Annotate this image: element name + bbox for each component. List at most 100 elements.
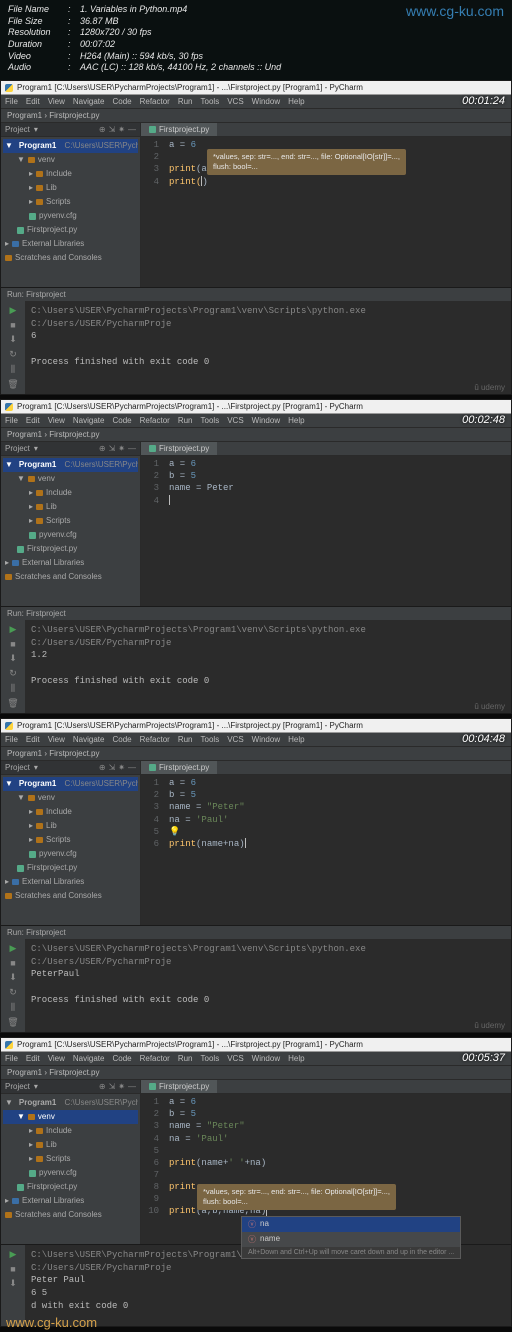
tree-firstproject[interactable]: Firstproject.py xyxy=(3,861,138,875)
gear-icon[interactable]: ⊕ xyxy=(99,444,106,453)
code-content[interactable]: a = 6 b = 5 name = "Peter" na = 'Paul' 💡… xyxy=(141,775,511,850)
menu-bar[interactable]: FileEditViewNavigateCodeRefactorRunTools… xyxy=(1,1052,511,1066)
tree-lib[interactable]: ▸Lib xyxy=(3,819,138,833)
menu-vcs[interactable]: VCS xyxy=(227,416,243,425)
menu-edit[interactable]: Edit xyxy=(26,416,40,425)
stop-icon[interactable]: ■ xyxy=(10,320,15,330)
autocomplete-item[interactable]: ⓥname xyxy=(242,1232,460,1247)
menu-file[interactable]: File xyxy=(5,416,18,425)
hide-icon[interactable]: — xyxy=(128,763,136,772)
menu-code[interactable]: Code xyxy=(112,1054,131,1063)
menu-refactor[interactable]: Refactor xyxy=(140,1054,170,1063)
menu-refactor[interactable]: Refactor xyxy=(140,416,170,425)
gear-icon[interactable]: ⊕ xyxy=(99,125,106,134)
tree-scripts[interactable]: ▸Scripts xyxy=(3,1152,138,1166)
tree-pyvenv[interactable]: pyvenv.cfg xyxy=(3,528,138,542)
tree-scratches[interactable]: Scratches and Consoles xyxy=(3,889,138,903)
down-icon[interactable]: ⬇ xyxy=(9,972,17,983)
code-editor[interactable]: Firstproject.py 123456 a = 6 b = 5 name … xyxy=(141,761,511,925)
editor-tab[interactable]: Firstproject.py xyxy=(141,1080,217,1093)
trash-icon[interactable]: 🗑 xyxy=(7,698,18,709)
stop-icon[interactable]: ■ xyxy=(10,1264,15,1274)
tree-venv[interactable]: ▼venv xyxy=(3,472,138,486)
project-sidebar[interactable]: Project ▾ ⊕⇲✷— ▼Program1 C:\Users\USER\P… xyxy=(1,123,141,287)
menu-refactor[interactable]: Refactor xyxy=(140,735,170,744)
tree-scripts[interactable]: ▸Scripts xyxy=(3,833,138,847)
collapse-icon[interactable]: ⇲ xyxy=(109,444,116,453)
breadcrumb[interactable]: Program1 › Firstproject.py xyxy=(1,428,511,442)
rerun-icon[interactable]: ↻ xyxy=(9,349,17,360)
menu-window[interactable]: Window xyxy=(252,1054,280,1063)
menu-help[interactable]: Help xyxy=(288,416,304,425)
run-header[interactable]: Run: Firstproject xyxy=(1,607,511,620)
code-editor[interactable]: Firstproject.py 1234 a = 6 b = 5 name = … xyxy=(141,442,511,606)
tree-ext-libs[interactable]: ▸External Libraries xyxy=(3,875,138,889)
menu-code[interactable]: Code xyxy=(112,735,131,744)
tree-root[interactable]: ▼Program1 C:\Users\USER\PycharmProje xyxy=(3,139,138,153)
menu-view[interactable]: View xyxy=(48,1054,65,1063)
project-sidebar[interactable]: Project▾⊕⇲✷— ▼Program1 C:\Users\USER\Pyc… xyxy=(1,442,141,606)
menu-code[interactable]: Code xyxy=(112,97,131,106)
menu-navigate[interactable]: Navigate xyxy=(73,97,105,106)
menu-edit[interactable]: Edit xyxy=(26,735,40,744)
menu-edit[interactable]: Edit xyxy=(26,97,40,106)
menu-run[interactable]: Run xyxy=(178,416,193,425)
menu-run[interactable]: Run xyxy=(178,735,193,744)
tree-lib[interactable]: ▸Lib xyxy=(3,181,138,195)
window-titlebar[interactable]: Program1 [C:\Users\USER\PycharmProjects\… xyxy=(1,719,511,733)
tree-pyvenv[interactable]: pyvenv.cfg xyxy=(3,1166,138,1180)
window-titlebar[interactable]: Program1 [C:\Users\USER\PycharmProjects\… xyxy=(1,1038,511,1052)
hide-icon[interactable]: — xyxy=(128,1082,136,1091)
stop-icon[interactable]: ■ xyxy=(10,958,15,968)
menu-window[interactable]: Window xyxy=(252,416,280,425)
tree-firstproject[interactable]: Firstproject.py xyxy=(3,223,138,237)
tree-scratches[interactable]: Scratches and Consoles xyxy=(3,1208,138,1222)
menu-vcs[interactable]: VCS xyxy=(227,735,243,744)
tree-root[interactable]: ▼Program1 C:\Users\USER\PycharmProje xyxy=(3,458,138,472)
tree-root[interactable]: ▼Program1 C:\Users\USER\PycharmProje xyxy=(3,777,138,791)
tree-lib[interactable]: ▸Lib xyxy=(3,500,138,514)
code-editor[interactable]: Firstproject.py 1234 a = 6 print(a) ↖ pr… xyxy=(141,123,511,287)
code-content[interactable]: a = 6 b = 5 name = Peter xyxy=(141,456,511,507)
window-titlebar[interactable]: Program1 [C:\Users\USER\PycharmProjects\… xyxy=(1,81,511,95)
settings-icon[interactable]: ✷ xyxy=(118,1082,125,1091)
tree-scratches[interactable]: Scratches and Consoles xyxy=(3,570,138,584)
down-icon[interactable]: ⬇ xyxy=(9,1278,17,1289)
collapse-icon[interactable]: ⇲ xyxy=(109,125,116,134)
autocomplete-popup[interactable]: ⓥna ⓥname Alt+Down and Ctrl+Up will move… xyxy=(241,1216,461,1259)
menu-navigate[interactable]: Navigate xyxy=(73,416,105,425)
rerun-icon[interactable]: ↻ xyxy=(9,987,17,998)
tree-include[interactable]: ▸Include xyxy=(3,167,138,181)
tree-scripts[interactable]: ▸Scripts xyxy=(3,195,138,209)
breadcrumb[interactable]: Program1 › Firstproject.py xyxy=(1,747,511,761)
sidebar-header[interactable]: Project ▾ ⊕⇲✷— xyxy=(1,123,140,137)
play-icon[interactable]: ▶ xyxy=(10,624,17,635)
settings-icon[interactable]: ✷ xyxy=(118,763,125,772)
tree-pyvenv[interactable]: pyvenv.cfg xyxy=(3,847,138,861)
menu-run[interactable]: Run xyxy=(178,1054,193,1063)
tree-root[interactable]: ▼Program1 C:\Users\USER\PycharmProje xyxy=(3,1096,138,1110)
down-icon[interactable]: ⬇ xyxy=(9,334,17,345)
play-icon[interactable]: ▶ xyxy=(10,1249,17,1260)
project-tree[interactable]: ▼Program1 C:\Users\USER\PycharmProje ▼ve… xyxy=(1,137,140,267)
editor-tab[interactable]: Firstproject.py xyxy=(141,442,217,455)
run-header[interactable]: Run: Firstproject xyxy=(1,926,511,939)
settings-icon[interactable]: ✷ xyxy=(118,125,125,134)
tree-venv[interactable]: ▼venv xyxy=(3,153,138,167)
tree-firstproject[interactable]: Firstproject.py xyxy=(3,542,138,556)
intention-bulb-icon[interactable]: 💡 xyxy=(169,827,180,837)
tree-scripts[interactable]: ▸Scripts xyxy=(3,514,138,528)
run-toolbar[interactable]: ▶ ■ ⬇ xyxy=(1,1245,25,1326)
tree-ext-libs[interactable]: ▸External Libraries xyxy=(3,1194,138,1208)
menu-code[interactable]: Code xyxy=(112,416,131,425)
tree-scratches[interactable]: Scratches and Consoles xyxy=(3,251,138,265)
project-sidebar[interactable]: Project▾⊕⇲✷— ▼Program1 C:\Users\USER\Pyc… xyxy=(1,1080,141,1244)
menu-bar[interactable]: FileEditViewNavigateCodeRefactorRunTools… xyxy=(1,733,511,747)
menu-view[interactable]: View xyxy=(48,735,65,744)
breadcrumb[interactable]: Program1 › Firstproject.py xyxy=(1,1066,511,1080)
filter-icon[interactable]: ⫼ xyxy=(11,364,15,375)
run-header[interactable]: Run: Firstproject xyxy=(1,288,511,301)
menu-tools[interactable]: Tools xyxy=(201,97,220,106)
tree-firstproject[interactable]: Firstproject.py xyxy=(3,1180,138,1194)
collapse-icon[interactable]: ⇲ xyxy=(109,763,116,772)
